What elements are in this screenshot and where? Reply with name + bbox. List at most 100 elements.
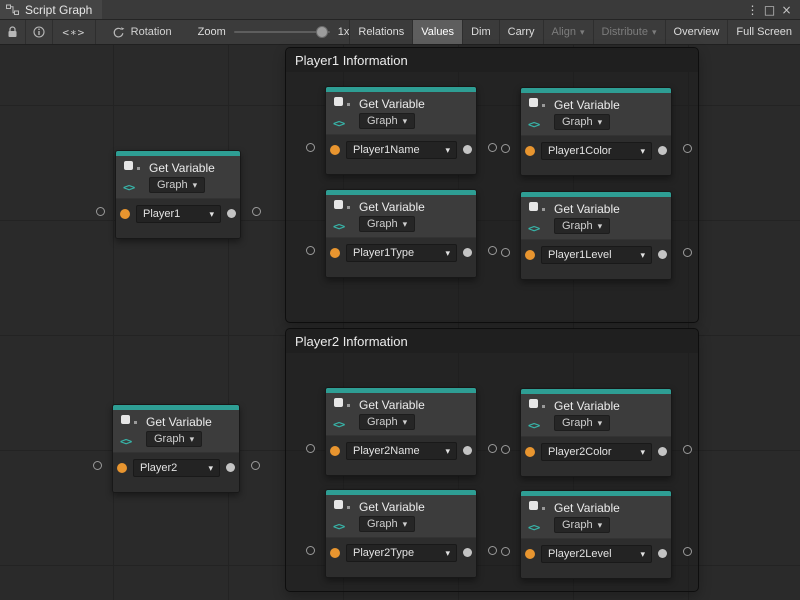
get-variable-node[interactable]: Get Variable Graph Player1Color (520, 87, 672, 176)
port-ring-left[interactable] (306, 444, 315, 453)
output-port[interactable] (463, 446, 472, 455)
input-port[interactable] (525, 447, 535, 457)
output-port[interactable] (227, 209, 236, 218)
kind-dropdown[interactable]: Graph (359, 516, 415, 532)
get-variable-node[interactable]: Get Variable Graph Player1 (115, 150, 241, 239)
port-ring-left[interactable] (501, 248, 510, 257)
output-port[interactable] (226, 463, 235, 472)
output-port[interactable] (463, 248, 472, 257)
get-variable-node[interactable]: Get Variable Graph Player2Color (520, 388, 672, 477)
port-ring-right[interactable] (252, 207, 261, 216)
port-ring-right[interactable] (683, 445, 692, 454)
zoom-slider[interactable] (234, 25, 330, 39)
rotation-control[interactable]: Rotation (112, 20, 172, 44)
get-variable-node[interactable]: Get Variable Graph Player1Type (325, 189, 477, 278)
input-port[interactable] (330, 446, 340, 456)
carry-button[interactable]: Carry (499, 20, 543, 44)
kind-dropdown[interactable]: Graph (146, 431, 202, 447)
kind-dropdown[interactable]: Graph (554, 517, 610, 533)
variable-dropdown[interactable]: Player1Type (346, 244, 457, 262)
port-ring-right[interactable] (251, 461, 260, 470)
variable-dropdown[interactable]: Player2Level (541, 545, 652, 563)
input-port[interactable] (525, 250, 535, 260)
group-title: Player2 Information (295, 334, 408, 349)
kind-dropdown[interactable]: Graph (554, 218, 610, 234)
relations-button[interactable]: Relations (349, 20, 412, 44)
info-button[interactable] (26, 20, 53, 44)
port-ring-left[interactable] (96, 207, 105, 216)
get-variable-node[interactable]: Get Variable Graph Player1Level (520, 191, 672, 280)
lock-button[interactable] (0, 20, 26, 44)
variable-dropdown[interactable]: Player1Color (541, 142, 652, 160)
group-header[interactable]: Player2 Information (286, 329, 698, 353)
kind-dropdown[interactable]: Graph (149, 177, 205, 193)
values-button[interactable]: Values (412, 20, 462, 44)
output-port[interactable] (463, 145, 472, 154)
menu-kebab-icon[interactable]: ⋮ (744, 3, 761, 17)
code-preview-toggle[interactable]: <∗> (53, 20, 96, 44)
output-port[interactable] (658, 549, 667, 558)
output-port[interactable] (658, 447, 667, 456)
port-ring-left[interactable] (501, 144, 510, 153)
port-ring-right[interactable] (683, 248, 692, 257)
input-port[interactable] (525, 549, 535, 559)
port-ring-right[interactable] (488, 143, 497, 152)
get-variable-node[interactable]: Get Variable Graph Player2Level (520, 490, 672, 579)
caret-down-icon (598, 220, 603, 232)
port-ring-left[interactable] (93, 461, 102, 470)
zoom-slider-knob[interactable] (316, 26, 328, 38)
node-title: Get Variable (554, 397, 666, 415)
variable-dropdown[interactable]: Player1Name (346, 141, 457, 159)
distribute-label: Distribute (602, 26, 648, 38)
variable-dropdown[interactable]: Player2 (133, 459, 220, 477)
variable-dropdown[interactable]: Player2Color (541, 443, 652, 461)
variable-dropdown[interactable]: Player1Level (541, 246, 652, 264)
input-port[interactable] (330, 548, 340, 558)
get-variable-node[interactable]: Get Variable Graph Player2Name (325, 387, 477, 476)
get-variable-icon (331, 498, 357, 534)
node-footer (521, 269, 671, 279)
port-ring-left[interactable] (306, 546, 315, 555)
kind-dropdown[interactable]: Graph (554, 415, 610, 431)
group-header[interactable]: Player1 Information (286, 48, 698, 72)
kind-dropdown[interactable]: Graph (554, 114, 610, 130)
get-variable-node[interactable]: Get Variable Graph Player2Type (325, 489, 477, 578)
port-ring-left[interactable] (501, 547, 510, 556)
script-graph-tab[interactable]: Script Graph (0, 0, 102, 19)
port-ring-left[interactable] (306, 143, 315, 152)
port-ring-right[interactable] (488, 246, 497, 255)
input-port[interactable] (330, 248, 340, 258)
maximize-icon[interactable]: □ (761, 3, 778, 17)
toolbar-button-group: Relations Values Dim Carry Align Distrib… (349, 20, 800, 44)
port-ring-left[interactable] (306, 246, 315, 255)
output-port[interactable] (658, 146, 667, 155)
dim-button[interactable]: Dim (462, 20, 499, 44)
kind-label: Graph (367, 518, 398, 530)
port-ring-right[interactable] (683, 547, 692, 556)
input-port[interactable] (120, 209, 130, 219)
distribute-dropdown[interactable]: Distribute (593, 20, 665, 44)
kind-dropdown[interactable]: Graph (359, 216, 415, 232)
kind-dropdown[interactable]: Graph (359, 113, 415, 129)
overview-button[interactable]: Overview (665, 20, 728, 44)
graph-canvas[interactable]: Player1 Information Player2 Information … (0, 45, 800, 600)
get-variable-node[interactable]: Get Variable Graph Player2 (112, 404, 240, 493)
get-variable-node[interactable]: Get Variable Graph Player1Name (325, 86, 477, 175)
output-port[interactable] (463, 548, 472, 557)
fullscreen-label: Full Screen (736, 26, 792, 38)
input-port[interactable] (525, 146, 535, 156)
fullscreen-button[interactable]: Full Screen (727, 20, 800, 44)
port-ring-left[interactable] (501, 445, 510, 454)
variable-dropdown[interactable]: Player2Type (346, 544, 457, 562)
kind-dropdown[interactable]: Graph (359, 414, 415, 430)
port-ring-right[interactable] (488, 546, 497, 555)
align-dropdown[interactable]: Align (543, 20, 593, 44)
close-icon[interactable]: × (778, 3, 795, 17)
input-port[interactable] (330, 145, 340, 155)
output-port[interactable] (658, 250, 667, 259)
variable-dropdown[interactable]: Player1 (136, 205, 221, 223)
port-ring-right[interactable] (683, 144, 692, 153)
variable-dropdown[interactable]: Player2Name (346, 442, 457, 460)
input-port[interactable] (117, 463, 127, 473)
port-ring-right[interactable] (488, 444, 497, 453)
